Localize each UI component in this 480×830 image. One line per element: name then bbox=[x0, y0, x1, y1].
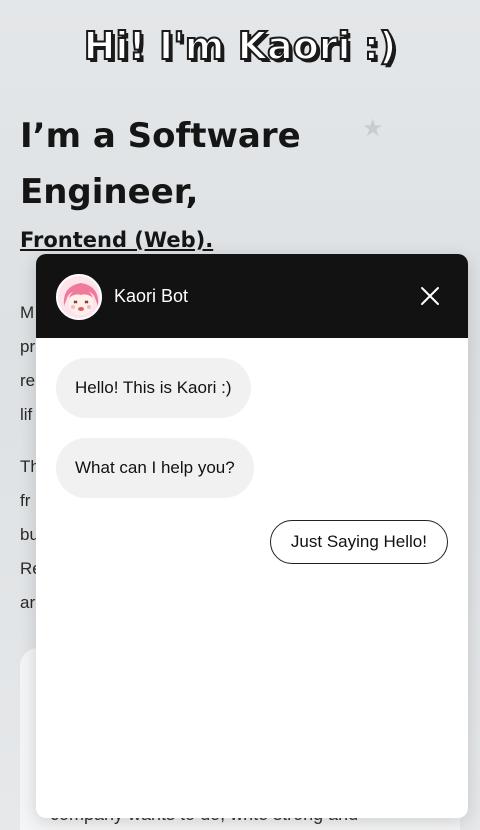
quick-reply-button[interactable]: Just Saying Hello! bbox=[269, 520, 448, 564]
bot-message: Hello! This is Kaori :) bbox=[56, 358, 251, 418]
headline-line-2: Engineer, bbox=[20, 172, 199, 212]
chat-window: Kaori Bot Hello! This is Kaori :) What c… bbox=[36, 254, 468, 818]
hero-title: Hi! I'm Kaori :) bbox=[83, 23, 398, 69]
headline: I’m a Software Engineer, bbox=[20, 108, 301, 220]
bot-message: What can I help you? bbox=[56, 438, 254, 498]
subheadline: Frontend (Web). bbox=[20, 228, 214, 252]
chat-header: Kaori Bot bbox=[36, 254, 468, 338]
avatar-illustration bbox=[58, 276, 100, 318]
star-icon: ★ bbox=[362, 114, 384, 142]
headline-line-1: I’m a Software bbox=[20, 116, 301, 156]
close-button[interactable] bbox=[418, 284, 442, 308]
kaori-avatar bbox=[56, 274, 102, 320]
chat-title: Kaori Bot bbox=[114, 286, 189, 306]
close-icon bbox=[421, 287, 439, 305]
